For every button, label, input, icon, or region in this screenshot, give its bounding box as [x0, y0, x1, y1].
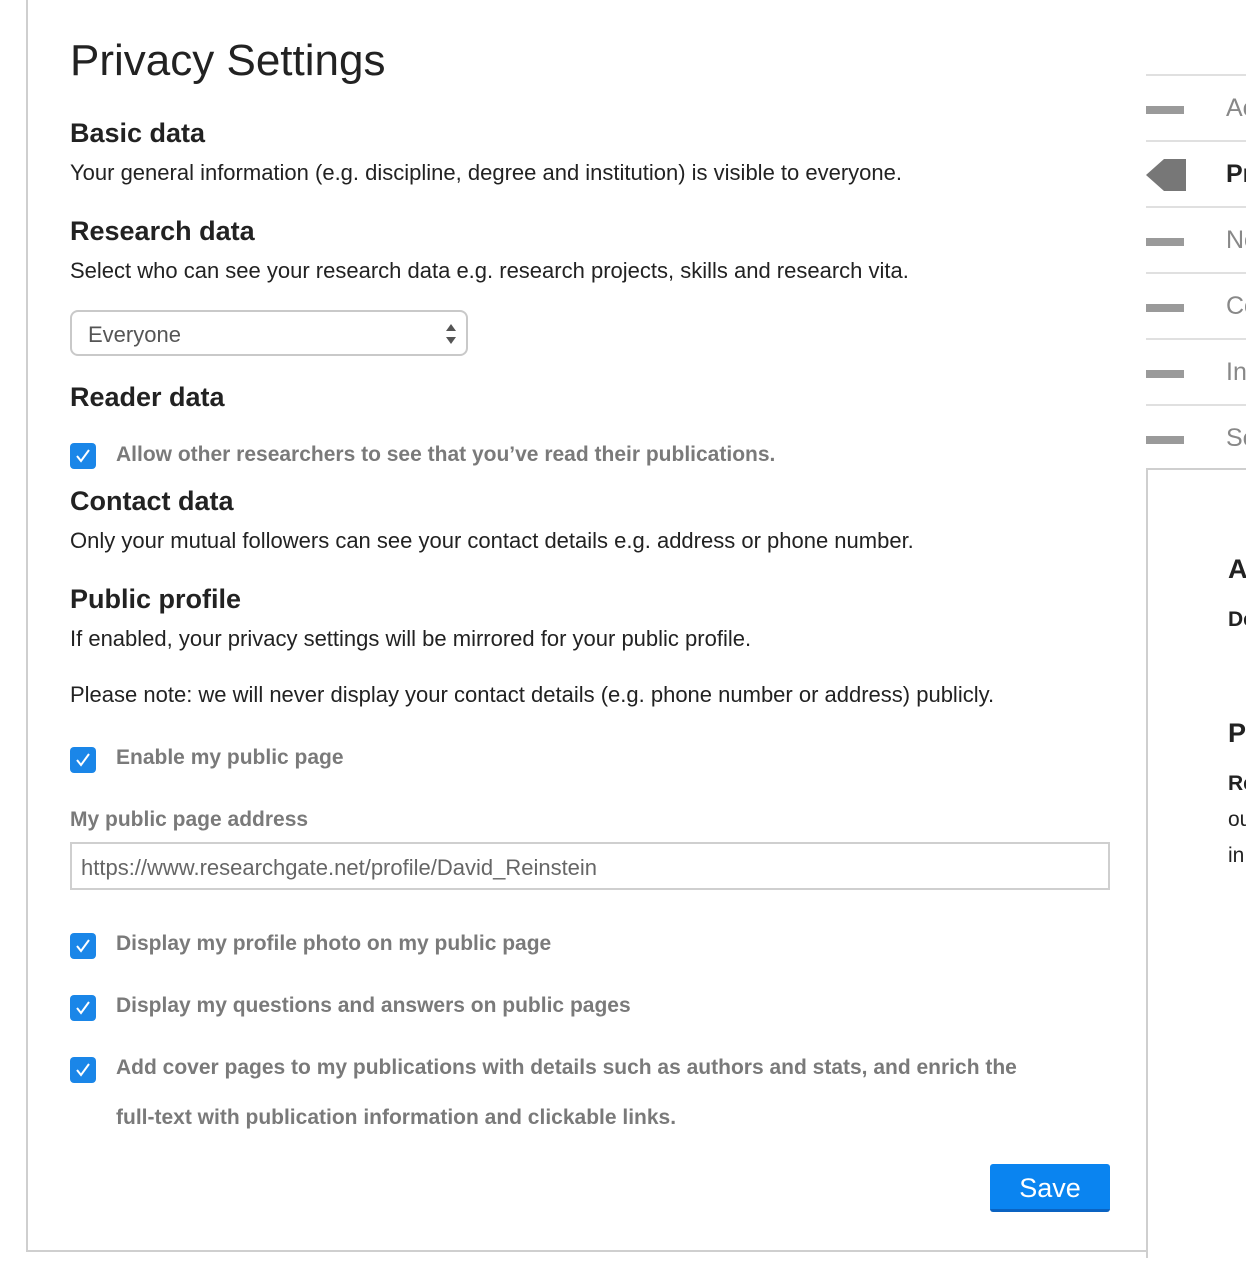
cover-pages-label-line2[interactable]: full-text with publication information a… [116, 1106, 676, 1130]
side-nav-label: Pr [1226, 160, 1246, 188]
basic-data-text: Your general information (e.g. disciplin… [70, 160, 902, 185]
side-nav-item-notifications[interactable]: No [1146, 206, 1246, 272]
public-page-address-label: My public page address [70, 808, 309, 831]
side-box-heading-1: A [1228, 554, 1246, 584]
research-data-text: Select who can see your research data e.… [70, 258, 909, 283]
active-arrow-icon [1146, 159, 1186, 191]
privacy-settings-panel: Privacy Settings Basic data Your general… [26, 0, 1146, 1252]
contact-data-text: Only your mutual followers can see your … [70, 528, 914, 553]
side-info-box: A De P Re ou in [1146, 468, 1246, 1258]
side-box-heading-2: P [1228, 718, 1246, 748]
check-icon [76, 753, 90, 767]
public-page-address-input[interactable]: https://www.researchgate.net/profile/Dav… [70, 842, 1110, 890]
nav-dash-icon [1146, 106, 1184, 114]
display-qa-label[interactable]: Display my questions and answers on publ… [116, 994, 631, 1018]
reader-data-checkbox-label[interactable]: Allow other researchers to see that you’… [116, 443, 775, 467]
side-nav-label: Co [1226, 292, 1246, 320]
side-box-text-line-1: ou [1228, 808, 1246, 831]
public-profile-text: If enabled, your privacy settings will b… [70, 626, 752, 651]
cover-pages-label-line1[interactable]: Add cover pages to my publications with … [116, 1056, 1017, 1080]
side-box-text-line-2: in [1228, 844, 1245, 867]
reader-data-checkbox[interactable] [70, 443, 96, 469]
display-qa-checkbox[interactable] [70, 995, 96, 1021]
nav-dash-icon [1146, 370, 1184, 378]
side-box-subheading-1: De [1228, 608, 1246, 631]
public-page-address-value: https://www.researchgate.net/profile/Dav… [81, 855, 598, 880]
check-icon [76, 449, 90, 463]
display-photo-label[interactable]: Display my profile photo on my public pa… [116, 932, 551, 956]
side-nav-label: No [1226, 226, 1246, 254]
display-photo-checkbox[interactable] [70, 933, 96, 959]
check-icon [76, 1001, 90, 1015]
side-nav-item-security[interactable]: Se [1146, 404, 1246, 470]
side-nav-item-account[interactable]: Ac [1146, 74, 1246, 140]
check-icon [76, 939, 90, 953]
side-nav-item-integrations[interactable]: In [1146, 338, 1246, 404]
nav-dash-icon [1146, 304, 1184, 312]
side-box-subheading-2: Re [1228, 772, 1246, 795]
page-title: Privacy Settings [70, 36, 386, 85]
nav-dash-icon [1146, 436, 1184, 444]
side-nav-item-communication[interactable]: Co [1146, 272, 1246, 338]
public-profile-heading: Public profile [70, 584, 242, 614]
save-button-label: Save [1019, 1173, 1081, 1203]
select-arrows-icon [446, 324, 456, 344]
select-value: Everyone [88, 322, 181, 347]
public-profile-note: Please note: we will never display your … [70, 682, 995, 707]
reader-data-heading: Reader data [70, 382, 225, 412]
cover-pages-checkbox[interactable] [70, 1057, 96, 1083]
basic-data-heading: Basic data [70, 118, 206, 148]
nav-dash-icon [1146, 238, 1184, 246]
research-data-heading: Research data [70, 216, 255, 246]
save-button[interactable]: Save [990, 1164, 1110, 1212]
side-nav-item-privacy[interactable]: Pr [1146, 140, 1246, 206]
research-visibility-select[interactable]: Everyone [70, 310, 468, 356]
enable-public-page-checkbox[interactable] [70, 747, 96, 773]
check-icon [76, 1063, 90, 1077]
enable-public-page-label[interactable]: Enable my public page [116, 746, 344, 770]
side-nav-label: Se [1226, 424, 1246, 452]
side-nav-label: Ac [1226, 94, 1246, 122]
contact-data-heading: Contact data [70, 486, 234, 516]
side-nav-label: In [1226, 358, 1246, 386]
